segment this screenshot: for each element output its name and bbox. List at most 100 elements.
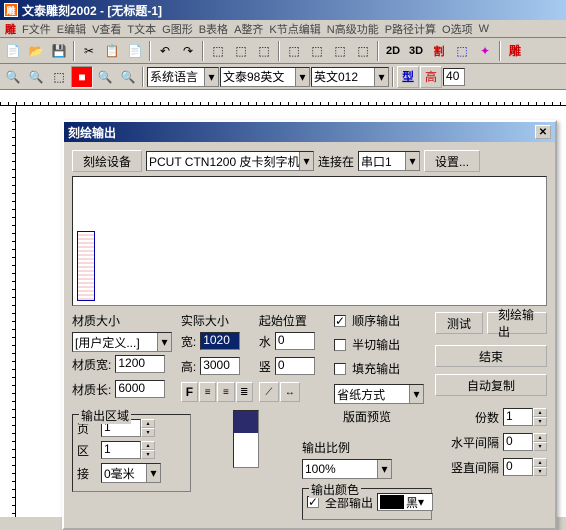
hgap-spinner[interactable]: ▴▾ bbox=[533, 433, 547, 451]
2d-button[interactable]: 2D bbox=[382, 40, 404, 62]
menu-edit[interactable]: E编辑 bbox=[54, 21, 89, 37]
menu-node[interactable]: K节点编辑 bbox=[266, 21, 323, 37]
connect-combo[interactable]: 串口1▾ bbox=[358, 151, 420, 171]
device-combo[interactable]: PCUT CTN1200 皮卡刻字机▾ bbox=[146, 151, 314, 171]
copy-button[interactable]: 📋 bbox=[101, 40, 123, 62]
new-button[interactable]: 📄 bbox=[2, 40, 24, 62]
mat-l-input[interactable]: 6000 bbox=[115, 380, 165, 398]
ratio-title: 输出比例 bbox=[302, 439, 432, 456]
join-combo[interactable]: 0毫米▾ bbox=[101, 463, 161, 483]
menu-advanced[interactable]: N高级功能 bbox=[324, 21, 382, 37]
tool-g[interactable]: ⬚ bbox=[352, 40, 374, 62]
start-y-input[interactable]: 0 bbox=[275, 357, 315, 375]
half-label: 半切输出 bbox=[352, 336, 400, 353]
redo-button[interactable]: ↷ bbox=[177, 40, 199, 62]
font-combo[interactable]: 文泰98英文▾ bbox=[220, 67, 310, 87]
end-button[interactable]: 结束 bbox=[435, 345, 547, 367]
tool-a[interactable]: ⬚ bbox=[207, 40, 229, 62]
copies-label: 份数 bbox=[475, 409, 499, 426]
engrave-button[interactable]: 雕 bbox=[504, 40, 526, 62]
start-x-input[interactable]: 0 bbox=[275, 332, 315, 350]
page-spinner[interactable]: ▴▾ bbox=[141, 419, 155, 437]
preview-label: 版面预览 bbox=[302, 408, 432, 425]
menu-table[interactable]: B表格 bbox=[196, 21, 231, 37]
hgap-input[interactable]: 0 bbox=[503, 433, 533, 451]
dialog-title: 刻绘输出 bbox=[68, 124, 116, 141]
start-y-label: 竖 bbox=[259, 358, 271, 375]
height-button[interactable]: 高 bbox=[420, 66, 442, 88]
menu-align[interactable]: A整齐 bbox=[231, 21, 266, 37]
fill-label: 填充输出 bbox=[352, 360, 400, 377]
cut-button[interactable]: ✂ bbox=[78, 40, 100, 62]
zoom-sel-button[interactable]: ■ bbox=[71, 66, 93, 88]
fill-check[interactable] bbox=[334, 363, 346, 375]
real-h-input[interactable]: 3000 bbox=[200, 357, 240, 375]
zoom-out-button[interactable]: 🔍 bbox=[25, 66, 47, 88]
copies-spinner[interactable]: ▴▾ bbox=[533, 408, 547, 426]
menu-text[interactable]: T文本 bbox=[124, 21, 159, 37]
app-icon: 雕 bbox=[4, 3, 18, 17]
vgap-input[interactable]: 0 bbox=[503, 458, 533, 476]
style-combo[interactable]: 英文012▾ bbox=[311, 67, 389, 87]
paste-button[interactable]: 📄 bbox=[124, 40, 146, 62]
area-group: 输出区域 页1▴▾ 区1▴▾ 接0毫米▾ bbox=[72, 414, 191, 492]
order-label: 顺序输出 bbox=[352, 312, 400, 329]
height-value[interactable]: 40 bbox=[443, 68, 465, 86]
close-button[interactable]: ✕ bbox=[535, 125, 551, 139]
copies-input[interactable]: 1 bbox=[503, 408, 533, 426]
app-title: 文泰雕刻2002 - [无标题-1] bbox=[22, 2, 162, 19]
toolbar-font: 🔍 🔍 ⬚ ■ 🔍 🔍 系统语言▾ 文泰98英文▾ 英文012▾ 型 高 40 bbox=[0, 64, 566, 90]
real-w-input[interactable]: 1020 bbox=[200, 332, 240, 350]
undo-button[interactable]: ↶ bbox=[154, 40, 176, 62]
settings-button[interactable]: 设置... bbox=[424, 150, 480, 172]
menu-window[interactable]: W bbox=[476, 23, 492, 35]
tool-x2[interactable]: ✦ bbox=[474, 40, 496, 62]
paper-combo[interactable]: 省纸方式▾ bbox=[334, 384, 424, 404]
save-button[interactable]: 💾 bbox=[48, 40, 70, 62]
flip-h-icon[interactable]: ⟋ bbox=[259, 382, 279, 402]
menu-options[interactable]: O选项 bbox=[439, 21, 476, 37]
align-just-icon[interactable]: ≣ bbox=[236, 382, 253, 402]
zoom-in-button[interactable]: 🔍 bbox=[2, 66, 24, 88]
open-button[interactable]: 📂 bbox=[25, 40, 47, 62]
align-left-icon[interactable]: F bbox=[181, 382, 198, 402]
tool-x1[interactable]: ⬚ bbox=[451, 40, 473, 62]
test-button[interactable]: 测试 bbox=[435, 312, 483, 334]
flip-v-icon[interactable]: ↔ bbox=[280, 382, 300, 402]
menu-graphic[interactable]: G图形 bbox=[159, 21, 196, 37]
zoom-2-button[interactable]: 🔍 bbox=[117, 66, 139, 88]
order-check[interactable]: ✓ bbox=[334, 315, 346, 327]
type-button[interactable]: 型 bbox=[397, 66, 419, 88]
3d-button[interactable]: 3D bbox=[405, 40, 427, 62]
menubar: 雕 F文件 E编辑 V查看 T文本 G图形 B表格 A整齐 K节点编辑 N高级功… bbox=[0, 20, 566, 38]
zone-spinner[interactable]: ▴▾ bbox=[141, 441, 155, 459]
autocopy-button[interactable]: 自动复制 bbox=[435, 374, 547, 396]
menu-file[interactable]: F文件 bbox=[19, 21, 54, 37]
vgap-spinner[interactable]: ▴▾ bbox=[533, 458, 547, 476]
output-button[interactable]: 刻绘输出 bbox=[487, 312, 547, 334]
menu-app[interactable]: 雕 bbox=[2, 21, 19, 37]
device-button[interactable]: 刻绘设备 bbox=[72, 150, 142, 172]
color-group: 输出颜色 ✓ 全部输出 黑▾ bbox=[302, 488, 432, 520]
tool-b[interactable]: ⬚ bbox=[230, 40, 252, 62]
zoom-fit-button[interactable]: ⬚ bbox=[48, 66, 70, 88]
half-check[interactable] bbox=[334, 339, 346, 351]
tool-f[interactable]: ⬚ bbox=[329, 40, 351, 62]
preview-area bbox=[72, 176, 547, 306]
align-center-icon[interactable]: ≡ bbox=[199, 382, 216, 402]
zone-input[interactable]: 1 bbox=[101, 441, 141, 459]
material-combo[interactable]: [用户定义...]▾ bbox=[72, 332, 172, 352]
ruler-vertical bbox=[0, 106, 16, 517]
lang-combo[interactable]: 系统语言▾ bbox=[147, 67, 219, 87]
align-right-icon[interactable]: ≡ bbox=[217, 382, 234, 402]
tool-e[interactable]: ⬚ bbox=[306, 40, 328, 62]
menu-view[interactable]: V查看 bbox=[89, 21, 124, 37]
cut-mode-button[interactable]: 割 bbox=[428, 40, 450, 62]
color-combo[interactable]: 黑▾ bbox=[377, 493, 433, 511]
menu-path[interactable]: P路径计算 bbox=[382, 21, 439, 37]
zoom-1-button[interactable]: 🔍 bbox=[94, 66, 116, 88]
tool-c[interactable]: ⬚ bbox=[253, 40, 275, 62]
ratio-combo[interactable]: 100%▾ bbox=[302, 459, 392, 479]
mat-w-input[interactable]: 1200 bbox=[115, 355, 165, 373]
tool-d[interactable]: ⬚ bbox=[283, 40, 305, 62]
